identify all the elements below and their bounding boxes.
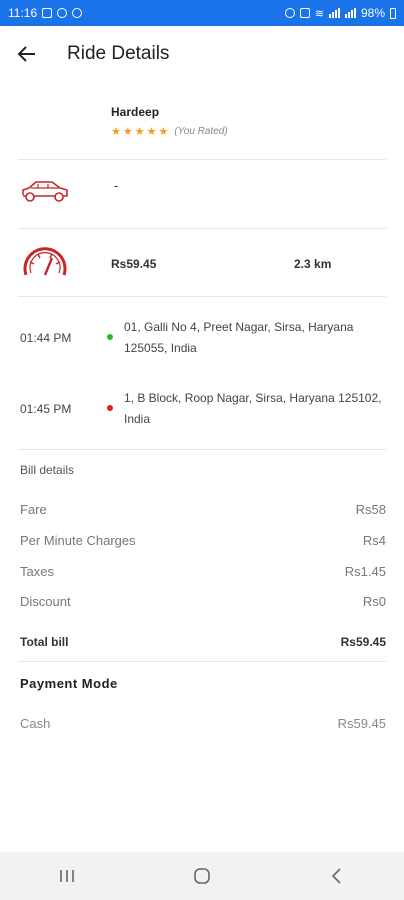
- gallery-icon: [42, 8, 53, 18]
- status-time: 11:16: [8, 6, 38, 20]
- app-bar: Ride Details: [0, 26, 404, 82]
- mute-icon: [299, 8, 310, 18]
- driver-info: Hardeep ★★★★★ (You Rated): [111, 105, 228, 138]
- payment-mode-title: Payment Mode: [20, 676, 118, 691]
- status-right: ≋ 98%: [284, 6, 396, 20]
- divider: [18, 661, 386, 662]
- back-nav-button[interactable]: [317, 856, 357, 896]
- signal-icon: [328, 8, 340, 18]
- distance-value: 2.3 km: [294, 257, 332, 271]
- speedometer-icon: [23, 247, 67, 276]
- status-left: 11:16: [8, 6, 83, 20]
- dropoff-time: 01:45 PM: [20, 402, 72, 416]
- bill-label: Per Minute Charges: [20, 533, 136, 548]
- bill-value: Rs1.45: [344, 564, 386, 579]
- arrow-left-icon: [17, 46, 35, 62]
- wifi-icon: ≋: [314, 7, 324, 20]
- divider: [18, 296, 386, 297]
- divider: [18, 159, 386, 160]
- total-value: Rs59.45: [340, 635, 386, 649]
- alarm-icon: [284, 8, 295, 18]
- messenger-icon: [57, 8, 68, 18]
- pickup-time: 01:44 PM: [20, 331, 72, 345]
- messenger-icon-2: [72, 8, 83, 18]
- signal-icon-2: [344, 8, 356, 18]
- status-bar: 11:16 ≋ 98%: [0, 0, 404, 26]
- bill-row-discount: Discount Rs0: [20, 594, 386, 609]
- bill-label: Discount: [20, 594, 71, 609]
- home-button[interactable]: [182, 856, 222, 896]
- bill-label: Fare: [20, 502, 47, 517]
- pickup-address: 01, Galli No 4, Preet Nagar, Sirsa, Hary…: [124, 320, 354, 355]
- recent-apps-button[interactable]: [47, 856, 87, 896]
- payment-row: Cash Rs59.45: [20, 716, 386, 731]
- fare-value: Rs59.45: [111, 257, 157, 271]
- vehicle-value: -: [114, 178, 119, 193]
- bill-label: Taxes: [20, 564, 54, 579]
- back-button[interactable]: [12, 39, 42, 69]
- dropoff-address: 1, B Block, Roop Nagar, Sirsa, Haryana 1…: [124, 391, 382, 426]
- bill-title: Bill details: [20, 463, 75, 477]
- bill-value: Rs0: [362, 594, 386, 609]
- divider: [18, 449, 386, 450]
- payment-method: Cash: [20, 716, 51, 731]
- bill-value: Rs58: [355, 502, 386, 517]
- system-nav-bar: [0, 852, 404, 900]
- bill-row-fare: Fare Rs58: [20, 502, 386, 517]
- total-label: Total bill: [20, 635, 69, 649]
- payment-amount: Rs59.45: [337, 716, 386, 731]
- star-rating: ★★★★★: [111, 126, 171, 138]
- pickup-dot: [107, 334, 113, 340]
- bill-row-total: Total bill Rs59.45: [20, 635, 386, 649]
- recent-apps-icon: [60, 870, 75, 882]
- battery-icon: [390, 7, 396, 19]
- bill-row-taxes: Taxes Rs1.45: [20, 564, 386, 579]
- dropoff-dot: [107, 405, 113, 411]
- page-title: Ride Details: [67, 43, 170, 64]
- home-icon: [194, 868, 210, 884]
- car-icon: [22, 181, 68, 202]
- bill-row-per-minute: Per Minute Charges Rs4: [20, 533, 386, 548]
- bill-value: Rs4: [362, 533, 386, 548]
- divider: [18, 228, 386, 229]
- driver-name: Hardeep: [111, 105, 160, 119]
- chevron-left-icon: [331, 868, 341, 884]
- battery-level: 98%: [360, 6, 385, 20]
- rated-label: (You Rated): [174, 126, 228, 137]
- rating-row: ★★★★★ (You Rated): [111, 125, 228, 138]
